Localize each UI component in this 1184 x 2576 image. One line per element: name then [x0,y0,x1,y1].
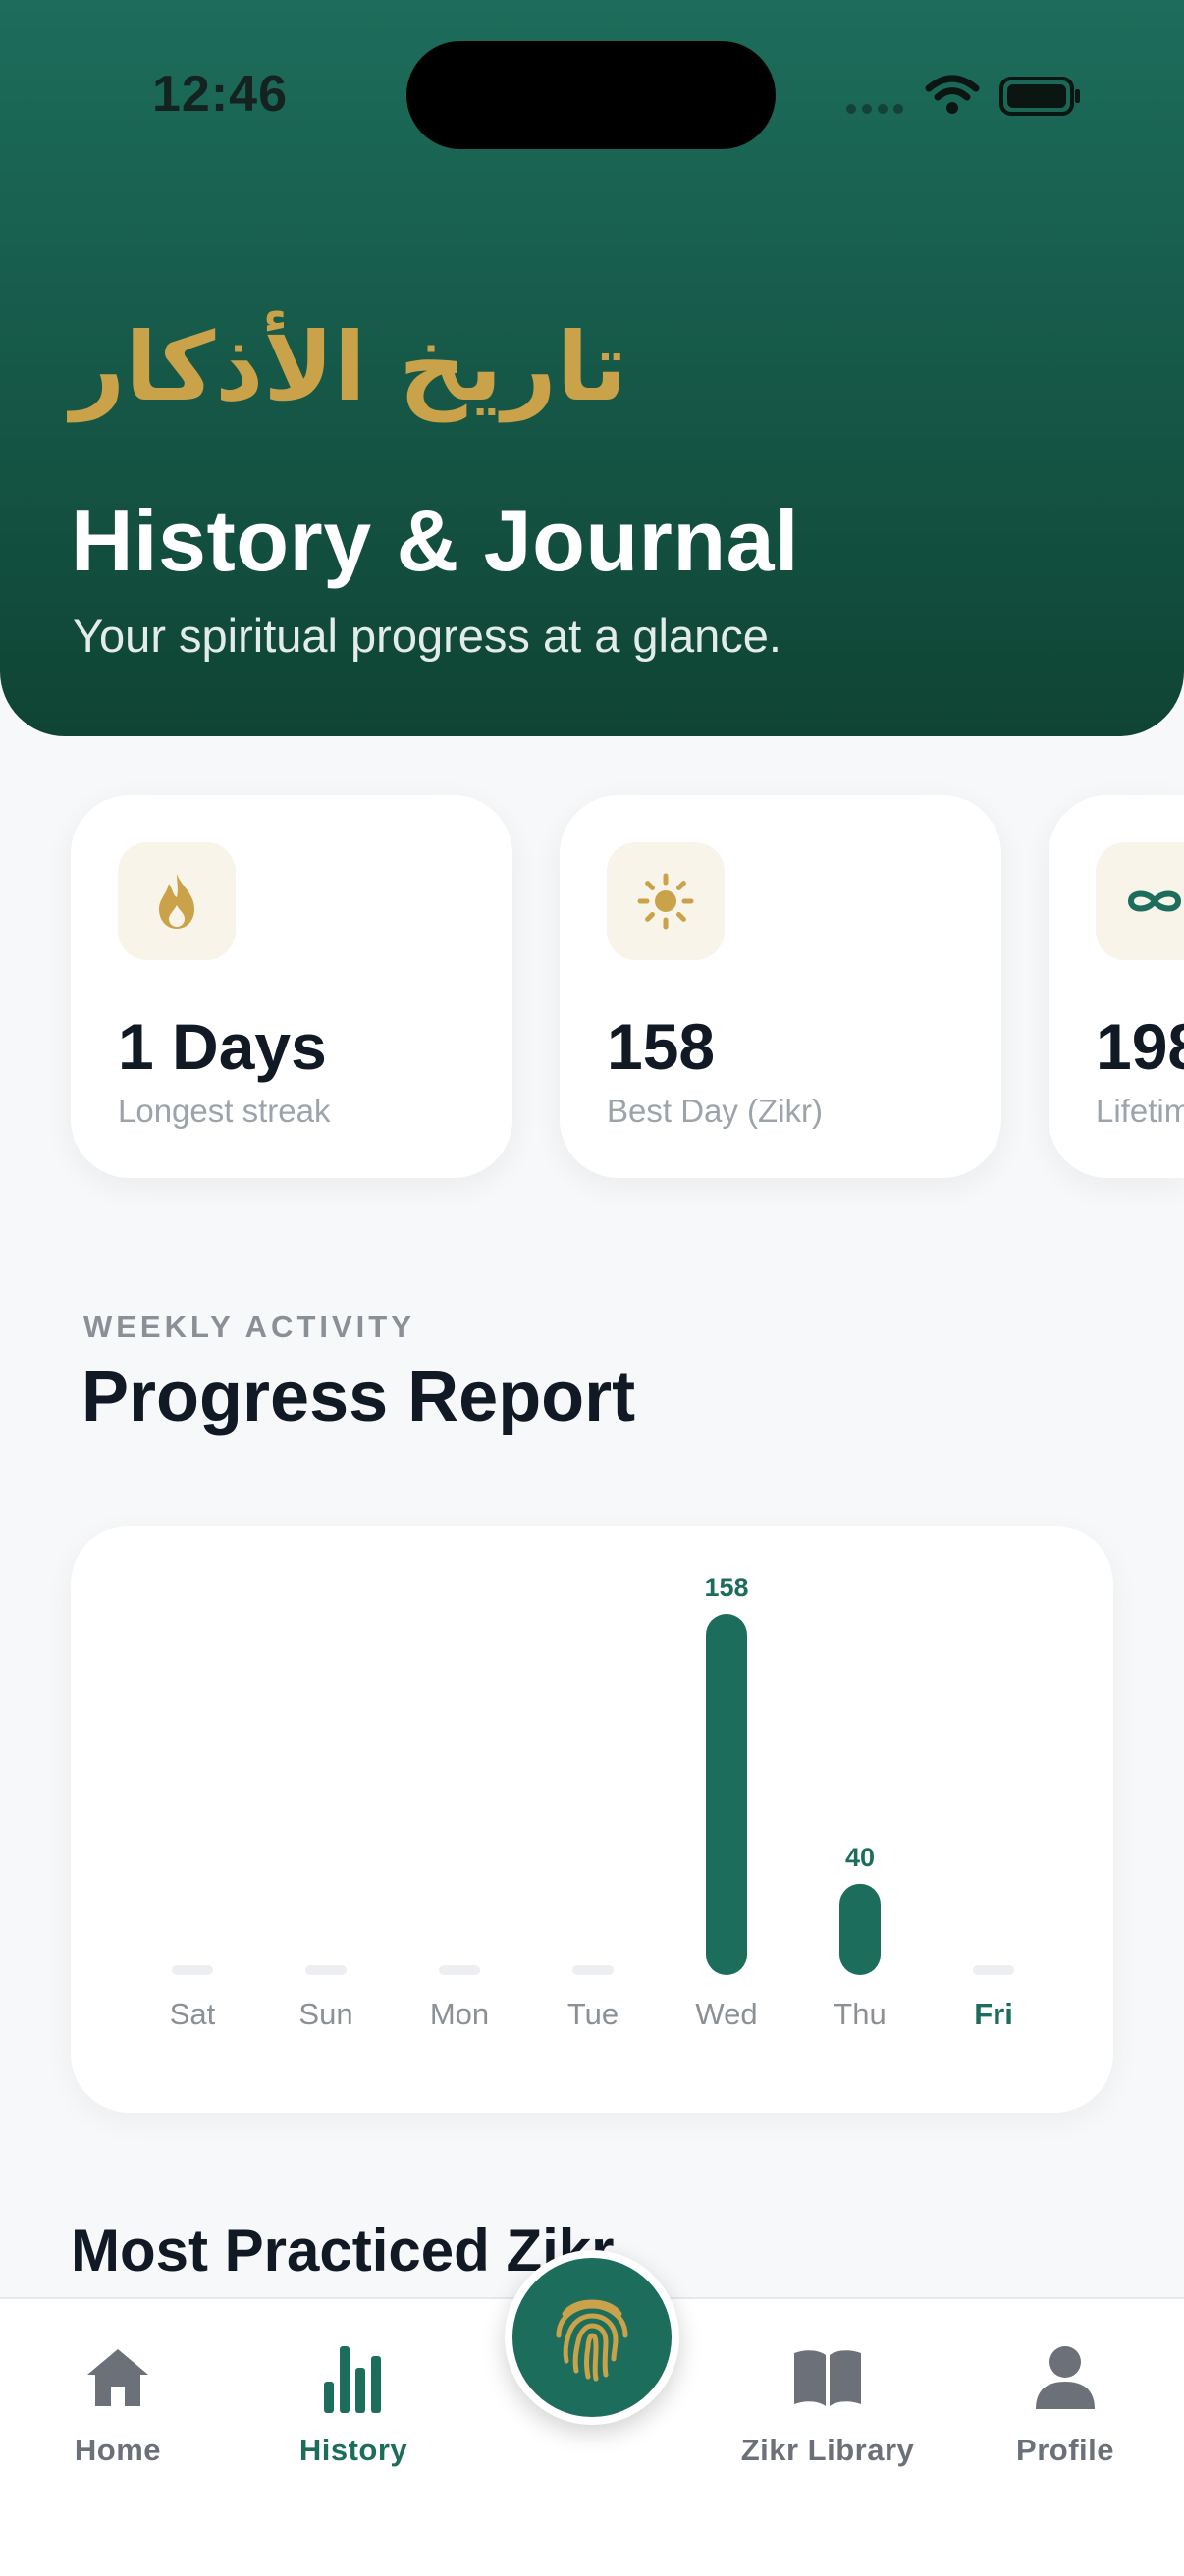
cellular-icon [846,104,903,114]
day-label-sat: Sat [170,1997,216,2031]
arabic-title: تاريخ الأذكار [71,312,627,422]
battery-icon [999,77,1080,116]
fingerprint-icon [556,2299,628,2382]
sun-icon [607,842,725,960]
bar-chart-icon [322,2338,385,2417]
dynamic-island [406,41,776,149]
tab-label: Zikr Library [740,2433,915,2467]
bar-empty-sun [305,1965,347,1975]
bar-empty-mon [439,1965,480,1975]
page-title: History & Journal [71,492,799,589]
bar-empty-sat [172,1965,213,1975]
stat-card-streak: 1 Days Longest streak [71,795,512,1178]
stat-value: 1 Days [118,1010,327,1083]
bar-value-label: 40 [845,1843,875,1872]
bar-empty-tue [572,1965,614,1975]
status-time: 12:46 [152,66,288,123]
weekly-bar-chart: Sat Sun Mon Tue 158 Wed 40 Thu Fri [170,1573,1014,2031]
stat-label: Longest streak [118,1093,331,1129]
tab-profile[interactable]: Profile [947,2338,1183,2476]
page-subtitle: Your spiritual progress at a glance. [73,610,781,662]
day-label-thu: Thu [834,1997,886,2031]
bar-thu [839,1883,881,1975]
person-icon [1034,2338,1097,2417]
home-icon [83,2338,152,2417]
tab-home[interactable]: Home [0,2338,236,2476]
tab-label: Home [74,2433,162,2467]
bar-wed [706,1614,747,1975]
tab-label: History [298,2433,408,2467]
weekly-chart-card: Sat Sun Mon Tue 158 Wed 40 Thu Fri [71,1526,1113,2113]
status-icons [846,71,1082,120]
tab-label: Profile [1016,2433,1114,2467]
stat-label: Lifetime [1096,1093,1184,1129]
header: 12:46 تاريخ الأذكار History & Journal Yo… [0,0,1184,736]
day-label-fri: Fri [974,1997,1013,2031]
book-icon [792,2338,863,2417]
stat-card-lifetime: 198 Lifetime [1049,795,1184,1178]
flame-icon [118,842,236,960]
day-label-sun: Sun [298,1997,352,2031]
bar-empty-fri [973,1965,1014,1975]
stat-value: 198 [1096,1010,1184,1083]
bar-value-label: 158 [704,1573,748,1602]
stat-value: 158 [607,1010,716,1083]
day-label-wed: Wed [695,1997,757,2031]
zikr-counter-button[interactable] [505,2250,679,2425]
stat-card-best-day: 158 Best Day (Zikr) [560,795,1001,1178]
section-title: Progress Report [81,1358,636,1436]
stat-label: Best Day (Zikr) [607,1093,824,1129]
day-label-tue: Tue [567,1997,619,2031]
tab-history[interactable]: History [236,2338,471,2476]
wifi-icon [925,75,980,114]
section-eyebrow: WEEKLY ACTIVITY [83,1310,415,1344]
tab-zikr-library[interactable]: Zikr Library [710,2338,945,2476]
infinity-icon [1096,842,1184,960]
day-label-mon: Mon [430,1997,489,2031]
